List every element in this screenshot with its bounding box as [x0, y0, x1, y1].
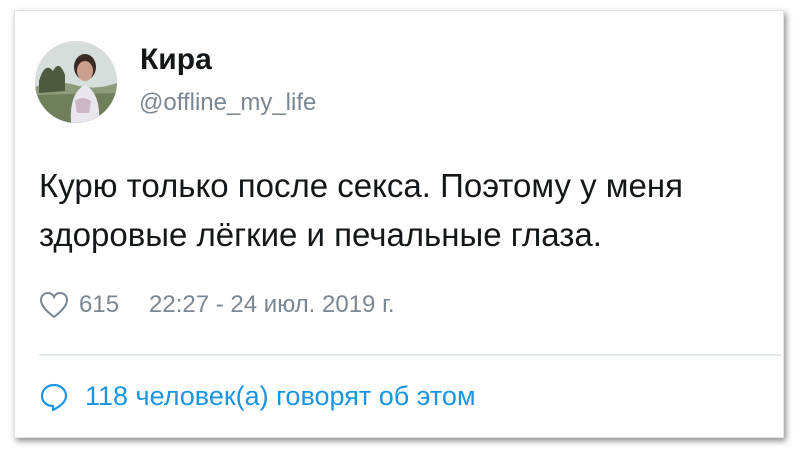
avatar[interactable] [35, 41, 117, 123]
tweet-meta: 615 22:27 - 24 июл. 2019 г. [39, 291, 395, 319]
replies-label[interactable]: 118 человек(а) говорят об этом [85, 381, 476, 412]
author-handle[interactable]: @offline_my_life [139, 89, 316, 117]
tweet-card: Кира @offline_my_life Курю только после … [14, 10, 784, 438]
like-count[interactable]: 615 [79, 291, 119, 319]
speech-bubble-icon [39, 382, 69, 412]
tweet-text: Курю только после секса. Поэтому у меня … [39, 167, 683, 253]
avatar-photo [35, 41, 117, 123]
tweet-timestamp[interactable]: 22:27 - 24 июл. 2019 г. [149, 291, 395, 319]
heart-icon[interactable] [39, 291, 69, 319]
author-name[interactable]: Кира [140, 43, 212, 77]
divider [39, 354, 781, 356]
replies-link[interactable]: 118 человек(а) говорят об этом [39, 381, 476, 412]
